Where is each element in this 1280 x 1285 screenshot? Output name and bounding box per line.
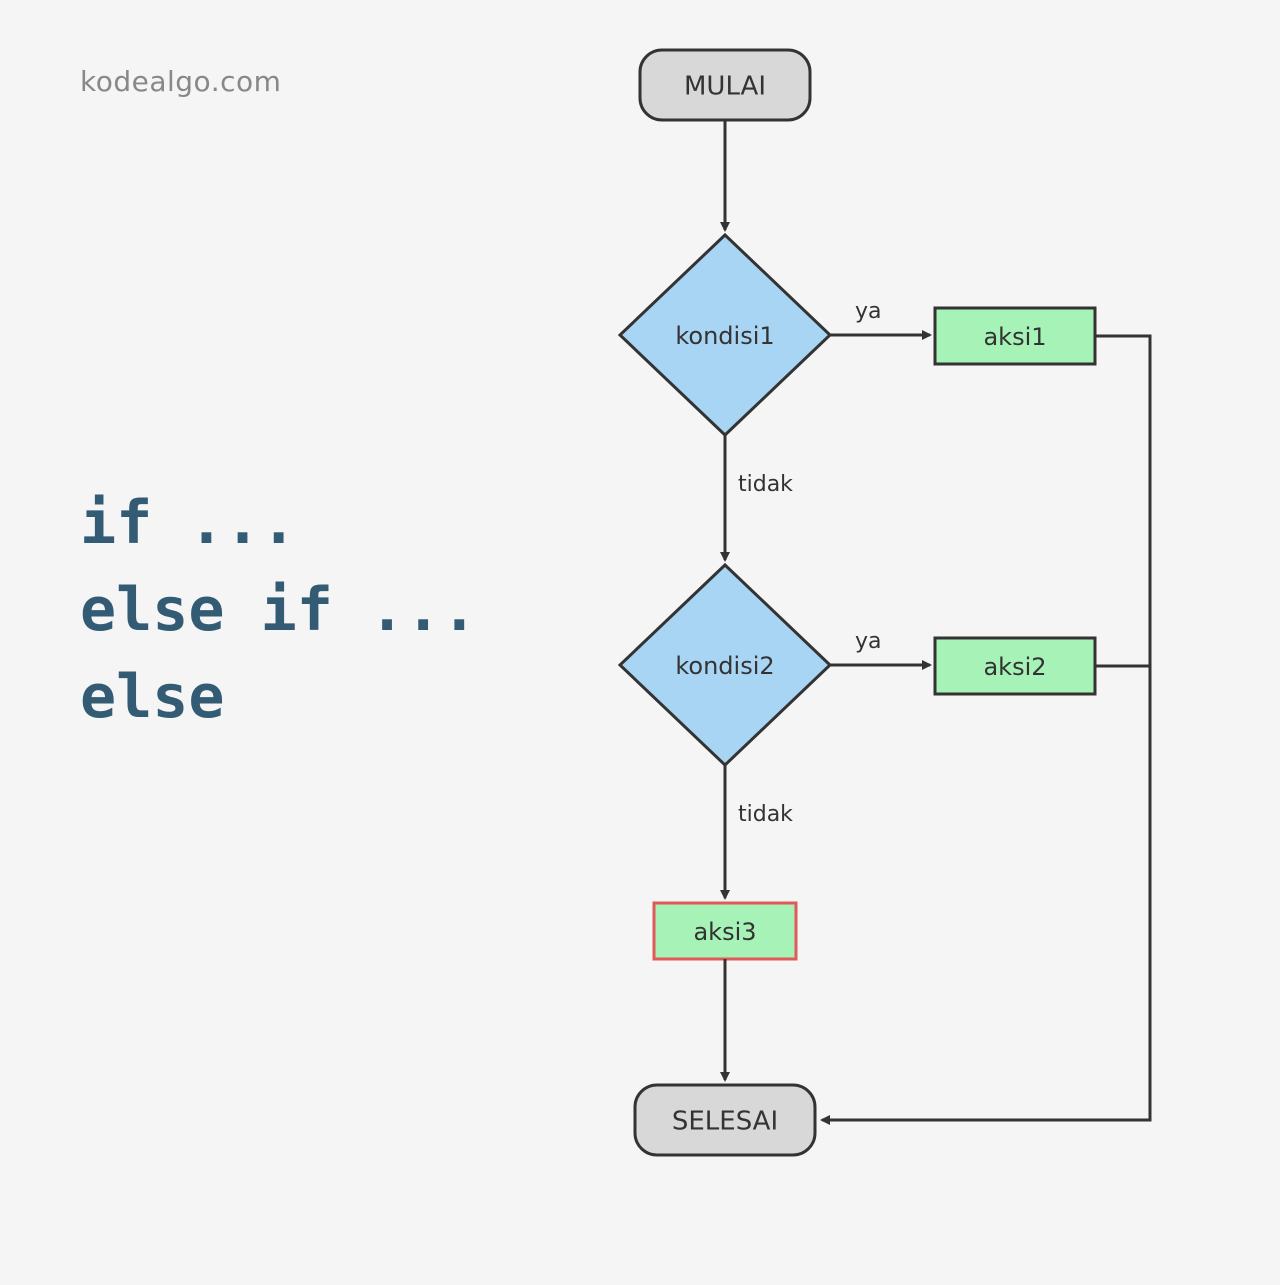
process-aksi3-label: aksi3 xyxy=(693,918,756,946)
flowchart-canvas: MULAI kondisi1 ya aksi1 tidak kondisi2 y… xyxy=(0,0,1280,1285)
process-aksi3: aksi3 xyxy=(654,903,796,959)
edge-label-cond2-yes: ya xyxy=(855,629,882,654)
edge-aksi1-to-end xyxy=(822,336,1150,1120)
process-aksi2-label: aksi2 xyxy=(983,653,1046,681)
process-aksi1-label: aksi1 xyxy=(983,323,1046,351)
terminal-start-label: MULAI xyxy=(684,72,766,102)
decision-cond2: kondisi2 xyxy=(620,565,830,765)
edge-label-cond2-no: tidak xyxy=(738,802,793,827)
process-aksi2: aksi2 xyxy=(935,638,1095,694)
terminal-start: MULAI xyxy=(640,50,810,120)
decision-cond1-label: kondisi1 xyxy=(675,322,774,350)
edge-label-cond1-yes: ya xyxy=(855,299,882,324)
edge-label-cond1-no: tidak xyxy=(738,472,793,497)
terminal-end-label: SELESAI xyxy=(672,1107,778,1137)
terminal-end: SELESAI xyxy=(635,1085,815,1155)
decision-cond2-label: kondisi2 xyxy=(675,652,774,680)
decision-cond1: kondisi1 xyxy=(620,235,830,435)
process-aksi1: aksi1 xyxy=(935,308,1095,364)
